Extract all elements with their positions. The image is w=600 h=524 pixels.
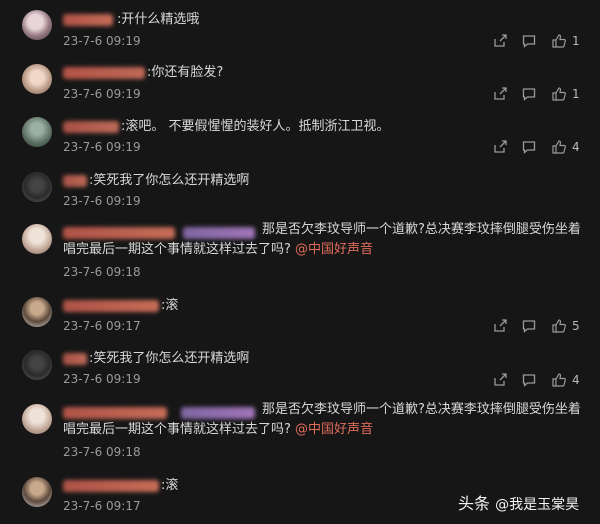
comment-time: 23-7-6 09:19 bbox=[63, 87, 141, 101]
comment-text: 那是否欠李玟导师一个道歉?总决赛李玟摔倒腿受伤坐着唱完最后一期这个事情就这样过去… bbox=[63, 400, 581, 440]
comment-actions: 4 bbox=[490, 373, 590, 389]
comment-actions: 1 bbox=[490, 34, 590, 50]
comment-icon[interactable] bbox=[522, 87, 536, 101]
comment-icon[interactable] bbox=[522, 373, 536, 387]
avatar[interactable] bbox=[22, 10, 52, 40]
avatar[interactable] bbox=[22, 404, 52, 434]
share-icon[interactable] bbox=[493, 373, 507, 387]
comment-text: :笑死我了你怎么还开精选啊 bbox=[89, 173, 250, 188]
share-icon[interactable] bbox=[493, 87, 507, 101]
watermark-account: @我是玉棠昊 bbox=[495, 497, 580, 513]
watermark: 头条 @我是玉棠昊 bbox=[458, 490, 579, 514]
like-count: 5 bbox=[572, 319, 580, 333]
thumbs-up-icon[interactable] bbox=[552, 34, 566, 48]
share-icon[interactable] bbox=[493, 319, 507, 333]
comment-icon[interactable] bbox=[522, 140, 536, 154]
avatar[interactable] bbox=[22, 172, 52, 202]
thumbs-up-icon[interactable] bbox=[552, 319, 566, 333]
like-count: 1 bbox=[572, 87, 580, 101]
thumbs-up-icon[interactable] bbox=[552, 373, 566, 387]
comment-actions: 1 bbox=[490, 87, 590, 103]
watermark-brand: 头条 bbox=[458, 494, 491, 513]
mention-link[interactable]: @中国好声音 bbox=[295, 242, 373, 257]
comment-time: 23-7-6 09:19 bbox=[63, 194, 141, 208]
mention-link[interactable]: @中国好声音 bbox=[295, 422, 373, 437]
avatar[interactable] bbox=[22, 477, 52, 507]
comment-actions: 4 bbox=[490, 140, 590, 156]
thumbs-up-icon[interactable] bbox=[552, 87, 566, 101]
avatar[interactable] bbox=[22, 117, 52, 147]
comment-time: 23-7-6 09:17 bbox=[63, 319, 141, 333]
username-blurred[interactable] bbox=[63, 121, 119, 133]
comment-time: 23-7-6 09:17 bbox=[63, 499, 141, 513]
avatar[interactable] bbox=[22, 297, 52, 327]
like-count: 1 bbox=[572, 34, 580, 48]
comment-time: 23-7-6 09:18 bbox=[63, 445, 141, 459]
thumbs-up-icon[interactable] bbox=[552, 140, 566, 154]
username-blurred[interactable] bbox=[63, 67, 145, 79]
comment-time: 23-7-6 09:19 bbox=[63, 372, 141, 386]
comment-text: 那是否欠李玟导师一个道歉?总决赛李玟摔倒腿受伤坐着唱完最后一期这个事情就这样过去… bbox=[63, 220, 581, 260]
avatar[interactable] bbox=[22, 64, 52, 94]
username-blurred[interactable] bbox=[63, 14, 113, 26]
comment-text: :开什么精选哦 bbox=[117, 12, 200, 27]
comment-text: :笑死我了你怎么还开精选啊 bbox=[89, 351, 250, 366]
username-blurred[interactable] bbox=[63, 353, 87, 365]
comment-time: 23-7-6 09:18 bbox=[63, 265, 141, 279]
comment-text: :滚 bbox=[161, 298, 179, 313]
username-blurred[interactable] bbox=[63, 300, 159, 312]
comment-icon[interactable] bbox=[522, 34, 536, 48]
comment-icon[interactable] bbox=[522, 319, 536, 333]
like-count: 4 bbox=[572, 140, 580, 154]
comment-time: 23-7-6 09:19 bbox=[63, 34, 141, 48]
username-blurred[interactable] bbox=[63, 480, 159, 492]
share-icon[interactable] bbox=[493, 34, 507, 48]
avatar[interactable] bbox=[22, 350, 52, 380]
comment-time: 23-7-6 09:19 bbox=[63, 140, 141, 154]
comment-text: :滚吧。 不要假惺惺的装好人。抵制浙江卫视。 bbox=[121, 119, 390, 134]
share-icon[interactable] bbox=[493, 140, 507, 154]
avatar[interactable] bbox=[22, 224, 52, 254]
username-blurred[interactable] bbox=[63, 175, 87, 187]
like-count: 4 bbox=[572, 373, 580, 387]
comment-actions: 5 bbox=[490, 319, 590, 335]
comment-text: :你还有脸发? bbox=[147, 65, 224, 80]
